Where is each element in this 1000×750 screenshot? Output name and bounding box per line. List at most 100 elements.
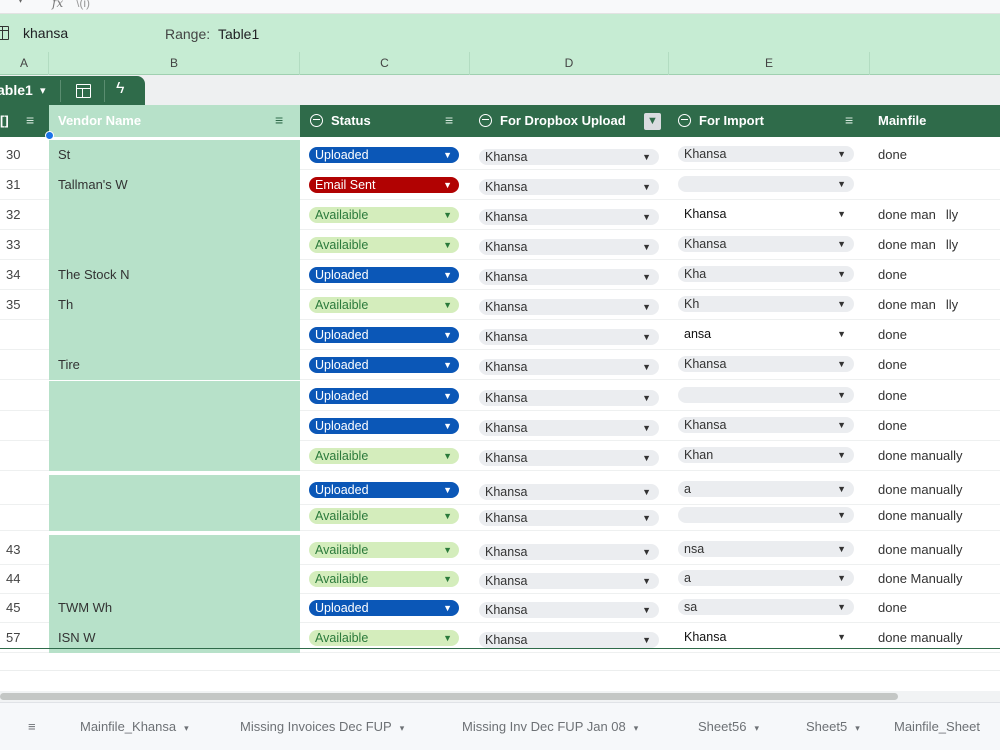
dropbox-select[interactable]: Khansa ▼ — [479, 484, 659, 500]
for-import-cell[interactable]: Khansa ▼ — [669, 230, 869, 260]
dropbox-select[interactable]: Khansa ▼ — [479, 329, 659, 345]
vendor-name-cell[interactable] — [49, 230, 300, 260]
status-chip[interactable]: Availaible ▼ — [309, 207, 459, 223]
status-cell[interactable]: Uploaded ▼ — [300, 260, 470, 290]
import-select[interactable]: Khansa ▼ — [678, 629, 854, 645]
header-mainfile[interactable]: Mainfile — [869, 105, 1000, 137]
vendor-name-cell[interactable] — [49, 320, 300, 350]
active-filter-icon[interactable]: ▼ — [644, 113, 661, 130]
dropbox-upload-cell[interactable]: Khansa ▼ — [470, 290, 668, 320]
import-select[interactable]: ▼ — [678, 507, 854, 523]
chevron-down-icon[interactable]: ▼ — [837, 507, 846, 523]
chevron-down-icon[interactable]: ▼ — [837, 296, 846, 312]
chevron-down-icon[interactable]: ▼ — [443, 297, 452, 313]
status-chip[interactable]: Availaible ▼ — [309, 237, 459, 253]
import-select[interactable]: nsa ▼ — [678, 541, 854, 557]
all-sheets-menu-icon[interactable]: ≡ — [28, 717, 36, 737]
dropbox-upload-cell[interactable]: Khansa ▼ — [470, 593, 668, 623]
status-cell[interactable]: Uploaded ▼ — [300, 411, 470, 441]
chevron-down-icon[interactable]: ▼ — [642, 329, 651, 345]
status-cell[interactable]: Uploaded ▼ — [300, 350, 470, 380]
chevron-down-icon[interactable]: ▼ — [837, 176, 846, 192]
dropbox-upload-cell[interactable]: Khansa ▼ — [470, 260, 668, 290]
chevron-down-icon[interactable]: ▼ — [837, 570, 846, 586]
chevron-down-icon[interactable]: ▼ — [837, 629, 846, 645]
status-chip[interactable]: Availaible ▼ — [309, 297, 459, 313]
dropbox-select[interactable]: Khansa ▼ — [479, 269, 659, 285]
status-cell[interactable]: Availaible ▼ — [300, 230, 470, 260]
row-id-cell[interactable]: 33 — [0, 230, 48, 260]
chevron-down-icon[interactable]: ▼ — [642, 299, 651, 315]
status-cell[interactable]: Availaible ▼ — [300, 535, 470, 565]
chevron-down-icon[interactable]: ▼ — [837, 417, 846, 433]
import-select[interactable]: Khan ▼ — [678, 447, 854, 463]
dropbox-upload-cell[interactable]: Khansa ▼ — [470, 535, 668, 565]
mainfile-cell[interactable]: done — [869, 381, 1000, 411]
for-import-cell[interactable]: Kha ▼ — [669, 260, 869, 290]
sheet-tab[interactable]: Sheet5 ▾ — [806, 717, 860, 737]
chevron-down-icon[interactable]: ▼ — [642, 632, 651, 648]
vendor-name-cell[interactable] — [49, 411, 300, 441]
filter-icon[interactable]: ≡ — [845, 105, 853, 136]
for-import-cell[interactable]: Khan ▼ — [669, 441, 869, 471]
chevron-down-icon[interactable]: ▼ — [642, 239, 651, 255]
chevron-down-icon[interactable]: ▼ — [443, 147, 452, 163]
chevron-down-icon[interactable]: ▼ — [837, 326, 846, 342]
mainfile-cell[interactable]: done Manually — [869, 564, 1000, 594]
chevron-down-icon[interactable]: ▼ — [837, 387, 846, 403]
dropbox-select[interactable]: Khansa ▼ — [479, 359, 659, 375]
chevron-down-icon[interactable]: ▼ — [443, 327, 452, 343]
chevron-down-icon[interactable]: ▼ — [837, 236, 846, 252]
status-cell[interactable]: Uploaded ▼ — [300, 381, 470, 411]
dropbox-upload-cell[interactable]: Khansa ▼ — [470, 441, 668, 471]
mainfile-cell[interactable]: done — [869, 411, 1000, 441]
status-chip[interactable]: Uploaded ▼ — [309, 482, 459, 498]
status-chip[interactable]: Availaible ▼ — [309, 542, 459, 558]
header-vendor-name[interactable]: Vendor Name ≡ — [49, 105, 300, 137]
dropbox-select[interactable]: Khansa ▼ — [479, 209, 659, 225]
import-select[interactable]: ▼ — [678, 176, 854, 192]
chevron-down-icon[interactable]: ▼ — [443, 571, 452, 587]
vendor-name-cell[interactable]: TWM Wh — [49, 593, 300, 623]
vendor-name-cell[interactable]: Tire — [49, 350, 300, 380]
mainfile-cell[interactable]: done — [869, 260, 1000, 290]
dropbox-select[interactable]: Khansa ▼ — [479, 602, 659, 618]
vendor-name-cell[interactable] — [49, 200, 300, 230]
column-header-b[interactable]: B — [49, 52, 300, 75]
chevron-down-icon[interactable]: ▼ — [837, 206, 846, 222]
chevron-down-icon[interactable]: ▼ — [837, 481, 846, 497]
import-select[interactable]: sa ▼ — [678, 599, 854, 615]
chevron-down-icon[interactable]: ▼ — [443, 600, 452, 616]
for-import-cell[interactable]: ▼ — [669, 170, 869, 200]
chevron-down-icon[interactable]: ▼ — [837, 146, 846, 162]
status-chip[interactable]: Uploaded ▼ — [309, 267, 459, 283]
dropbox-select[interactable]: Khansa ▼ — [479, 149, 659, 165]
for-import-cell[interactable]: Khansa ▼ — [669, 411, 869, 441]
mainfile-cell[interactable]: done manually — [869, 535, 1000, 565]
import-select[interactable]: Kha ▼ — [678, 266, 854, 282]
mainfile-cell[interactable]: done man lly — [869, 200, 1000, 230]
mainfile-cell[interactable]: done — [869, 320, 1000, 350]
row-id-cell[interactable] — [0, 350, 48, 380]
status-cell[interactable]: Availaible ▼ — [300, 501, 470, 531]
for-import-cell[interactable]: a ▼ — [669, 564, 869, 594]
sheet-tab[interactable]: Mainfile_Sheet — [894, 717, 980, 737]
vendor-name-cell[interactable]: St — [49, 140, 300, 170]
chevron-down-icon[interactable]: ▼ — [642, 450, 651, 466]
import-select[interactable]: Khansa ▼ — [678, 146, 854, 162]
vendor-name-cell[interactable]: Tallman's W — [49, 170, 300, 200]
row-id-cell[interactable] — [0, 320, 48, 350]
chevron-down-icon[interactable]: ▼ — [642, 573, 651, 589]
dropbox-select[interactable]: Khansa ▼ — [479, 632, 659, 648]
vendor-name-cell[interactable] — [49, 501, 300, 531]
dropbox-upload-cell[interactable]: Khansa ▼ — [470, 170, 668, 200]
sheet-tab[interactable]: Missing Invoices Dec FUP ▾ — [240, 717, 404, 737]
status-cell[interactable]: Availaible ▼ — [300, 290, 470, 320]
header-id[interactable]: [] ≡ — [0, 105, 49, 137]
row-id-cell[interactable] — [0, 381, 48, 411]
vendor-name-cell[interactable]: Th — [49, 290, 300, 320]
dropbox-upload-cell[interactable]: Khansa ▼ — [470, 200, 668, 230]
status-cell[interactable]: Uploaded ▼ — [300, 140, 470, 170]
chevron-down-icon[interactable]: ▼ — [837, 447, 846, 463]
dropbox-select[interactable]: Khansa ▼ — [479, 510, 659, 526]
